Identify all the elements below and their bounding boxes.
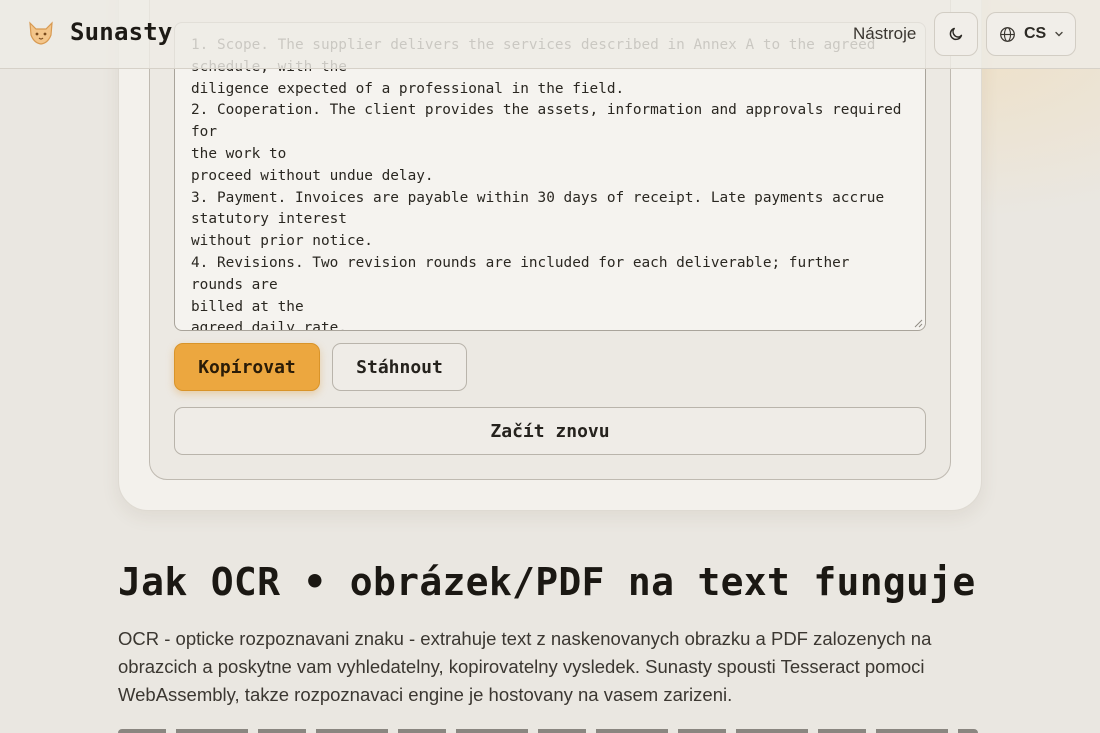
ocr-text-line: without prior notice. (191, 233, 373, 250)
theme-toggle-button[interactable] (934, 12, 978, 56)
next-paragraph-fragment (118, 725, 988, 733)
language-code: CS (1024, 25, 1047, 42)
ocr-text-line: agreed daily rate. (191, 320, 347, 331)
site-header: Sunasty Nástroje CS (0, 0, 1100, 69)
ocr-text-line: proceed without undue delay. (191, 167, 434, 184)
ocr-text-line: billed at the (191, 298, 304, 315)
ocr-text-line: the work to (191, 145, 287, 162)
globe-icon (1000, 26, 1015, 42)
download-button[interactable]: Stáhnout (332, 343, 467, 391)
copy-button[interactable]: Kopírovat (174, 343, 320, 391)
article-paragraph: OCR - opticke rozpoznavani znaku - extra… (118, 628, 932, 705)
nav-tools-link[interactable]: Nástroje (853, 24, 916, 44)
ocr-text-line: diligence expected of a professional in … (191, 80, 625, 97)
ocr-text-line: 4. Revisions. Two revision rounds are in… (191, 254, 859, 293)
ocr-text-line: statutory interest (191, 211, 347, 228)
moon-icon (949, 27, 963, 41)
brand-name: Sunasty (70, 18, 173, 46)
brand-home-link[interactable]: Sunasty (26, 17, 173, 47)
language-select[interactable]: CS (986, 12, 1076, 56)
ocr-result-text: 1. Scope. The supplier delivers the serv… (191, 35, 911, 331)
ocr-text-line: 2. Cooperation. The client provides the … (191, 102, 911, 141)
start-over-button[interactable]: Začít znovu (174, 407, 926, 455)
resize-grip-icon[interactable] (913, 318, 923, 328)
ocr-text-line: 3. Payment. Invoices are payable within … (191, 189, 885, 206)
article-title: Jak OCR • obrázek/PDF na text funguje (118, 560, 976, 604)
chevron-down-icon (1055, 31, 1063, 37)
fox-logo-icon (29, 21, 53, 45)
